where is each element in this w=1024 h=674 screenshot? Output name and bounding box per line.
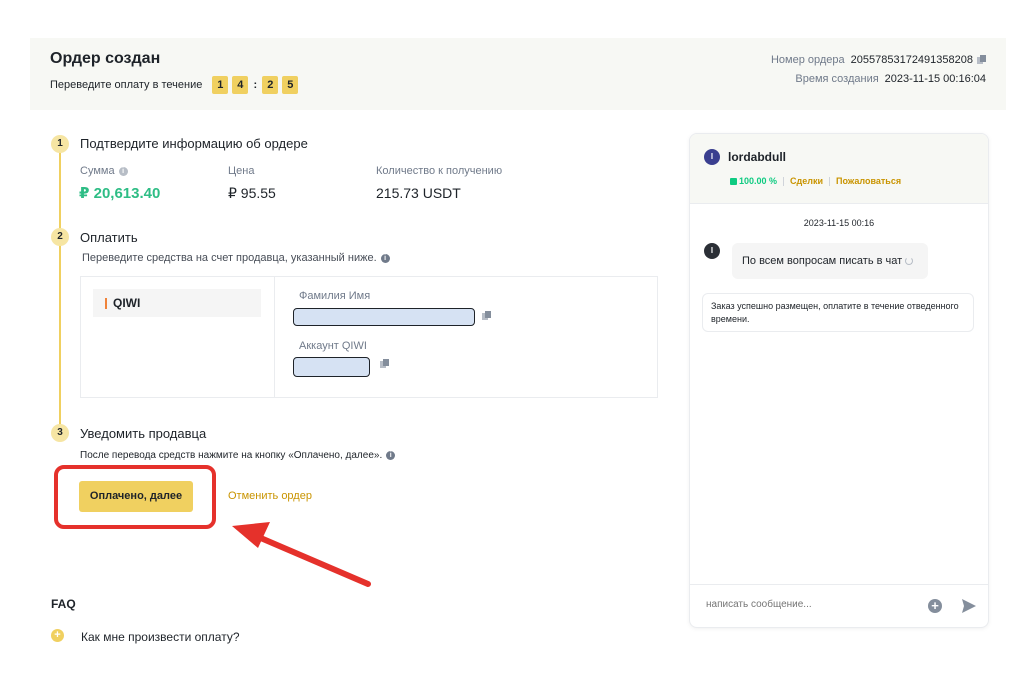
plus-icon[interactable]: + xyxy=(928,599,942,613)
faq-title: FAQ xyxy=(51,597,76,611)
method-marker xyxy=(105,298,107,310)
divider xyxy=(274,277,275,397)
payment-timer: Переведите оплату в течение 1 4 : 2 5 xyxy=(50,76,302,94)
created-label: Время создания xyxy=(795,72,879,85)
step-title: Подтвердите информацию об ордере xyxy=(80,136,308,151)
status-icon xyxy=(905,257,914,266)
timer-separator: : xyxy=(253,79,258,91)
chat-message: По всем вопросам писать в чат xyxy=(732,243,928,279)
payment-method-label: QIWI xyxy=(113,296,141,310)
system-message: Заказ успешно размещен, оплатите в течен… xyxy=(702,293,974,332)
page-title: Ордер создан xyxy=(50,50,161,67)
price-label: Цена xyxy=(228,165,255,177)
timer-digit: 2 xyxy=(262,76,279,94)
step-title: Оплатить xyxy=(80,230,138,245)
annotation-arrow xyxy=(232,522,371,587)
timer-label: Переведите оплату в течение xyxy=(50,79,203,91)
chat-header: l lordabdull 100.00 % Сделки Пожаловатьс… xyxy=(690,134,988,204)
order-header: Ордер создан Переведите оплату в течение… xyxy=(30,38,1006,110)
timer-digit: 1 xyxy=(212,76,229,94)
account-label: Аккаунт QIWI xyxy=(299,340,367,352)
payment-details: QIWI Фамилия Имя Аккаунт QIWI xyxy=(80,276,658,398)
info-icon[interactable]: i xyxy=(118,166,128,176)
step-number: 3 xyxy=(51,424,69,442)
timer-digit: 4 xyxy=(232,76,249,94)
chat-date: 2023-11-15 00:16 xyxy=(803,218,875,228)
created-time: 2023-11-15 00:16:04 xyxy=(884,72,986,85)
cancel-order-button[interactable]: Отменить ордер xyxy=(228,490,312,502)
notify-instruction: После перевода средств нажмите на кнопку… xyxy=(80,450,396,461)
expand-icon[interactable]: + xyxy=(51,629,64,642)
timer-digit: 5 xyxy=(282,76,299,94)
message-input[interactable] xyxy=(706,599,906,610)
qty-value: 215.73 USDT xyxy=(376,185,461,201)
price-value: ₽ 95.55 xyxy=(228,185,276,201)
payment-method-tab[interactable]: QIWI xyxy=(93,289,261,317)
amount-label: Сумма i xyxy=(80,165,128,177)
step-number: 1 xyxy=(51,135,69,153)
divider xyxy=(783,176,785,186)
seller-avatar: l xyxy=(704,149,720,165)
info-icon[interactable]: i xyxy=(380,253,390,263)
message-text: По всем вопросам писать в чат xyxy=(742,255,903,267)
copy-icon[interactable] xyxy=(482,311,491,321)
completion-rate: 100.00 % xyxy=(739,176,778,186)
seller-name[interactable]: lordabdull xyxy=(728,150,786,164)
divider xyxy=(829,176,831,186)
payment-instruction: Переведите средства на счет продавца, ук… xyxy=(82,252,390,264)
order-meta: Номер ордера 20557853172491358208 Время … xyxy=(771,50,986,88)
copy-icon[interactable] xyxy=(977,54,986,65)
order-number-label: Номер ордера xyxy=(770,53,845,66)
order-number: 20557853172491358208 xyxy=(850,53,973,66)
copy-icon[interactable] xyxy=(380,359,389,369)
amount-value: ₽ 20,613.40 xyxy=(79,185,161,202)
info-icon[interactable]: i xyxy=(386,450,396,460)
complain-link[interactable]: Пожаловаться xyxy=(836,176,901,186)
qty-label: Количество к получению xyxy=(376,165,503,177)
annotation-highlight xyxy=(54,465,216,529)
step-title: Уведомить продавца xyxy=(80,426,207,441)
trades-link[interactable]: Сделки xyxy=(790,176,823,186)
redacted-name xyxy=(293,308,475,326)
thumbs-up-icon xyxy=(730,177,737,185)
step-number: 2 xyxy=(51,228,69,246)
seller-stats: 100.00 % Сделки Пожаловаться xyxy=(730,176,901,186)
name-label: Фамилия Имя xyxy=(299,290,371,302)
faq-question[interactable]: Как мне произвести оплату? xyxy=(81,630,240,644)
chat-panel: l lordabdull 100.00 % Сделки Пожаловатьс… xyxy=(689,133,989,628)
redacted-account xyxy=(293,357,370,377)
chat-composer: + xyxy=(690,584,988,627)
steps-timeline xyxy=(59,150,61,434)
send-icon[interactable] xyxy=(962,599,976,613)
sender-avatar: l xyxy=(704,243,720,259)
